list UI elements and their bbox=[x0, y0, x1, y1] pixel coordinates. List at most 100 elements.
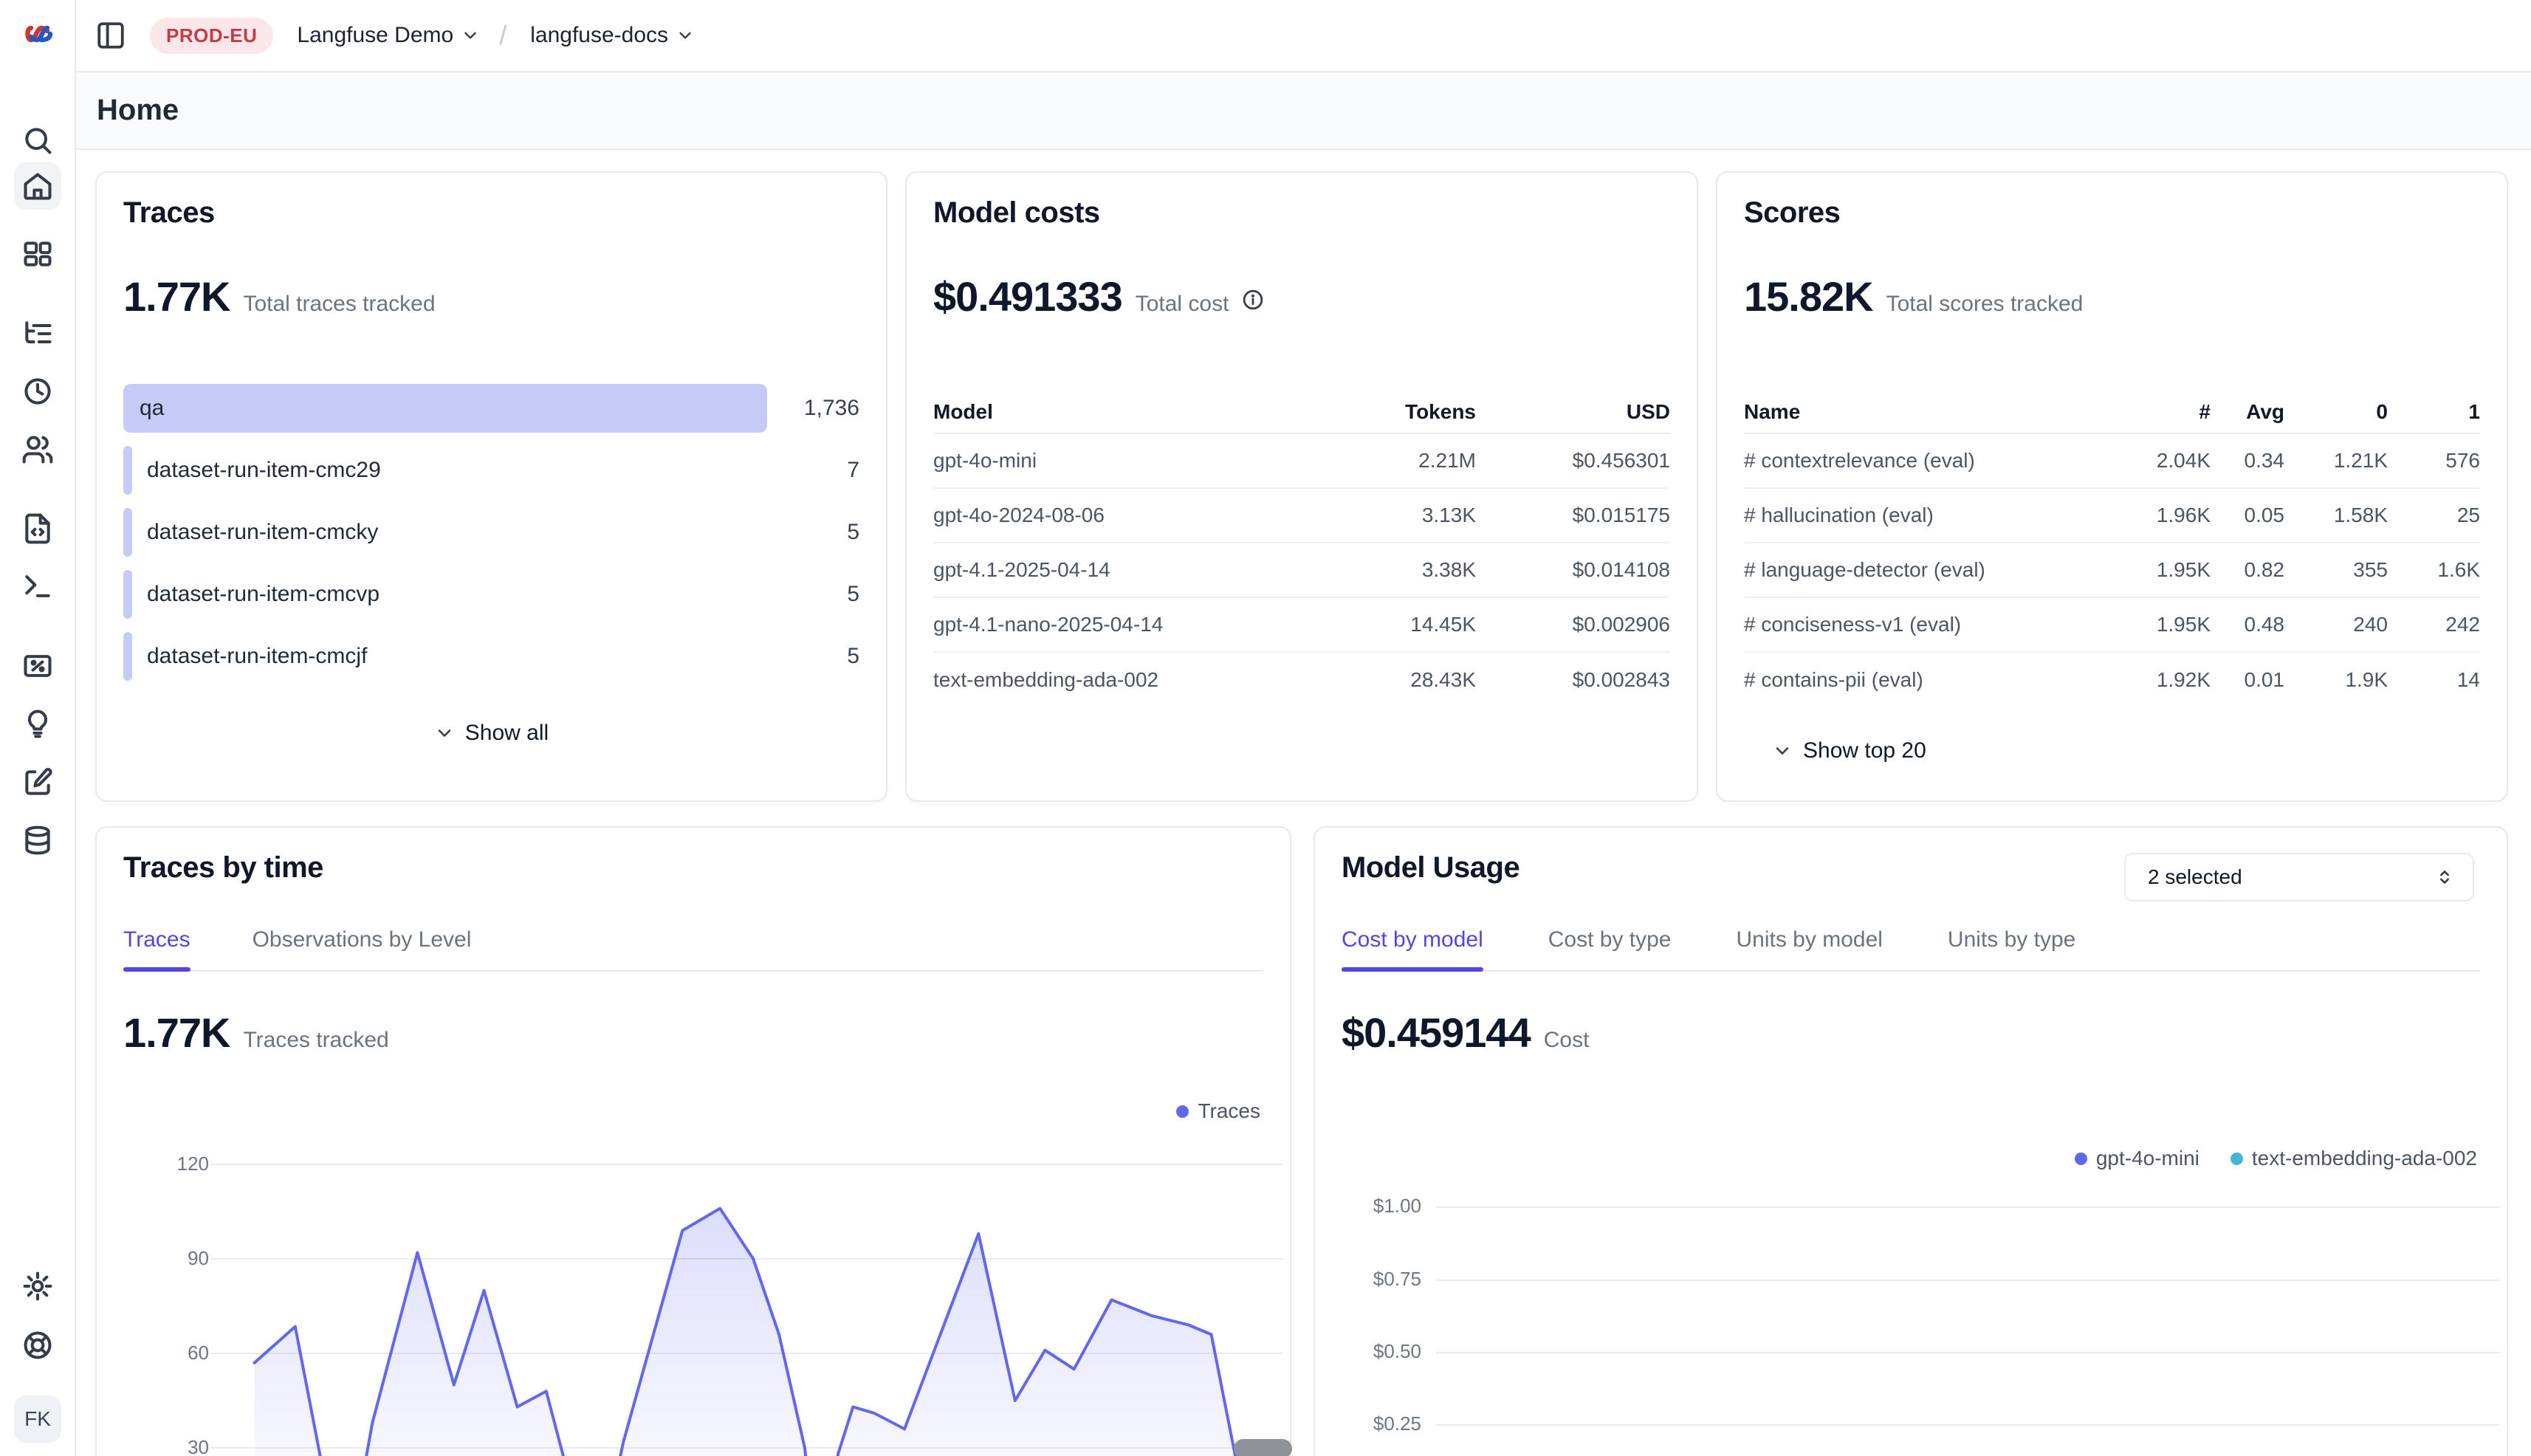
cell-name: # hallucination (eval) bbox=[1744, 504, 2122, 527]
cell-count: 1.95K bbox=[2122, 613, 2211, 636]
scores-card: Scores 15.82K Total scores tracked Name … bbox=[1716, 171, 2508, 802]
col-usd: USD bbox=[1476, 400, 1670, 424]
gridline bbox=[1436, 1206, 2499, 1208]
breadcrumb-separator: / bbox=[499, 20, 506, 51]
cell-one: 14 bbox=[2388, 668, 2480, 692]
list-tree-icon bbox=[21, 317, 54, 350]
legend-item-traces[interactable]: Traces bbox=[1176, 1099, 1260, 1123]
table-row: gpt-4o-mini 2.21M $0.456301 bbox=[933, 434, 1670, 489]
cell-model: gpt-4.1-2025-04-14 bbox=[933, 558, 1313, 582]
cell-count: 1.96K bbox=[2122, 504, 2211, 527]
breadcrumb: Langfuse Demo / langfuse-docs bbox=[273, 20, 695, 51]
bar-label: qa bbox=[140, 396, 164, 421]
sidebar-item-upgrade[interactable] bbox=[0, 707, 75, 740]
trace-bar-row[interactable]: dataset-run-item-cmc29 7 bbox=[123, 446, 859, 495]
sidebar-item-search[interactable] bbox=[0, 124, 75, 157]
cell-name: # contextrelevance (eval) bbox=[1744, 449, 2122, 473]
cell-zero: 1.9K bbox=[2284, 668, 2388, 692]
sidebar-item-support[interactable] bbox=[0, 1329, 75, 1361]
bar-value: 1,736 bbox=[804, 396, 859, 421]
info-icon[interactable] bbox=[1242, 289, 1264, 311]
project-switcher[interactable]: langfuse-docs bbox=[530, 23, 695, 48]
cell-name: # contains-pii (eval) bbox=[1744, 668, 2122, 692]
legend-label: gpt-4o-mini bbox=[2096, 1147, 2199, 1170]
model-costs-subtitle: Total cost bbox=[1136, 292, 1229, 317]
area-fill bbox=[255, 1209, 1249, 1456]
card-title: Traces bbox=[123, 196, 859, 230]
sidebar-item-sessions[interactable] bbox=[0, 375, 75, 408]
sidebar-item-datasets[interactable] bbox=[0, 824, 75, 856]
environment-badge: PROD-EU bbox=[150, 18, 273, 54]
cell-count: 1.95K bbox=[2122, 558, 2211, 582]
sidebar-item-dashboards[interactable] bbox=[0, 238, 75, 270]
panel-left-icon bbox=[95, 20, 126, 51]
show-all-button[interactable]: Show all bbox=[123, 721, 859, 746]
cell-avg: 0.01 bbox=[2211, 668, 2284, 692]
sidebar-item-settings[interactable] bbox=[0, 1270, 75, 1302]
gridline bbox=[1436, 1352, 2499, 1353]
sidebar: FK bbox=[0, 0, 76, 1456]
gridline bbox=[1436, 1424, 2499, 1426]
chevron-down-icon bbox=[1772, 741, 1793, 761]
model-select-dropdown[interactable]: 2 selected bbox=[2124, 853, 2474, 902]
sidebar-item-playground[interactable] bbox=[0, 570, 75, 602]
sidebar-item-home[interactable] bbox=[14, 162, 61, 210]
legend-item-gpt-4o-mini[interactable]: gpt-4o-mini bbox=[2075, 1147, 2199, 1170]
sidebar-item-evaluation[interactable] bbox=[0, 650, 75, 682]
users-icon bbox=[21, 433, 54, 466]
cell-zero: 1.21K bbox=[2284, 449, 2388, 473]
model-usage-tabs: Cost by model Cost by type Units by mode… bbox=[1342, 927, 2480, 972]
tab-cost-by-model[interactable]: Cost by model bbox=[1342, 927, 1483, 970]
sidebar-item-users[interactable] bbox=[0, 433, 75, 466]
trace-bar-row[interactable]: dataset-run-item-cmcjf 5 bbox=[123, 632, 859, 681]
col-one: 1 bbox=[2388, 400, 2480, 424]
home-icon bbox=[21, 170, 54, 202]
cell-name: # language-detector (eval) bbox=[1744, 558, 2122, 582]
cell-name: # conciseness-v1 (eval) bbox=[1744, 613, 2122, 636]
chevron-down-icon bbox=[434, 723, 455, 744]
tab-observations-by-level[interactable]: Observations by Level bbox=[253, 927, 472, 970]
langfuse-logo-icon[interactable] bbox=[21, 16, 56, 52]
chart-legend: Traces bbox=[1176, 1099, 1260, 1123]
gridline bbox=[1436, 1280, 2499, 1281]
tab-cost-by-type[interactable]: Cost by type bbox=[1548, 927, 1672, 970]
traces-total: 1.77K bbox=[123, 272, 230, 320]
cell-model: gpt-4o-2024-08-06 bbox=[933, 504, 1313, 527]
cell-avg: 0.34 bbox=[2211, 449, 2284, 473]
show-top-20-button[interactable]: Show top 20 bbox=[1772, 738, 2480, 763]
tab-traces[interactable]: Traces bbox=[123, 927, 190, 970]
bar bbox=[123, 570, 132, 619]
cell-tokens: 28.43K bbox=[1313, 668, 1476, 692]
trace-bar-row[interactable]: qa 1,736 bbox=[123, 384, 859, 433]
sidebar-item-tracing[interactable] bbox=[0, 317, 75, 350]
user-avatar[interactable]: FK bbox=[14, 1395, 61, 1443]
cell-usd: $0.456301 bbox=[1476, 449, 1670, 473]
trace-bar-row[interactable]: dataset-run-item-cmcky 5 bbox=[123, 508, 859, 557]
langfuse-dashboard: FK PROD-EU Langfuse Demo / langfuse-docs… bbox=[0, 0, 2531, 1456]
tab-units-by-type[interactable]: Units by type bbox=[1948, 927, 2075, 970]
bar-value: 7 bbox=[847, 458, 859, 483]
y-tick: 120 bbox=[138, 1153, 209, 1175]
chevron-down-icon bbox=[461, 26, 480, 45]
traces-tracked-total: 1.77K bbox=[123, 1009, 230, 1057]
legend-dot bbox=[2075, 1153, 2087, 1165]
col-zero: 0 bbox=[2284, 400, 2388, 424]
legend-item-text-embedding-ada-002[interactable]: text-embedding-ada-002 bbox=[2230, 1147, 2477, 1170]
percent-box-icon bbox=[21, 650, 54, 682]
scores-table: Name # Avg 0 1 # contextrelevance (eval)… bbox=[1744, 391, 2480, 707]
trace-bar-row[interactable]: dataset-run-item-cmcvp 5 bbox=[123, 570, 859, 619]
org-switcher[interactable]: Langfuse Demo bbox=[297, 23, 480, 48]
traces-subtitle: Total traces tracked bbox=[243, 292, 435, 317]
sidebar-toggle-button[interactable] bbox=[95, 20, 126, 51]
tab-units-by-model[interactable]: Units by model bbox=[1737, 927, 1883, 970]
horizontal-scrollbar-thumb[interactable] bbox=[1234, 1439, 1292, 1456]
sidebar-item-annotation[interactable] bbox=[0, 766, 75, 799]
model-costs-total: $0.491333 bbox=[933, 272, 1122, 320]
table-row: # hallucination (eval) 1.96K 0.05 1.58K … bbox=[1744, 489, 2480, 543]
chevron-down-icon bbox=[676, 26, 695, 45]
cell-zero: 240 bbox=[2284, 613, 2388, 636]
cell-usd: $0.015175 bbox=[1476, 504, 1670, 527]
traces-area-chart[interactable] bbox=[210, 1152, 1283, 1456]
sidebar-item-prompts[interactable] bbox=[0, 512, 75, 545]
bar-label: dataset-run-item-cmc29 bbox=[147, 458, 381, 483]
